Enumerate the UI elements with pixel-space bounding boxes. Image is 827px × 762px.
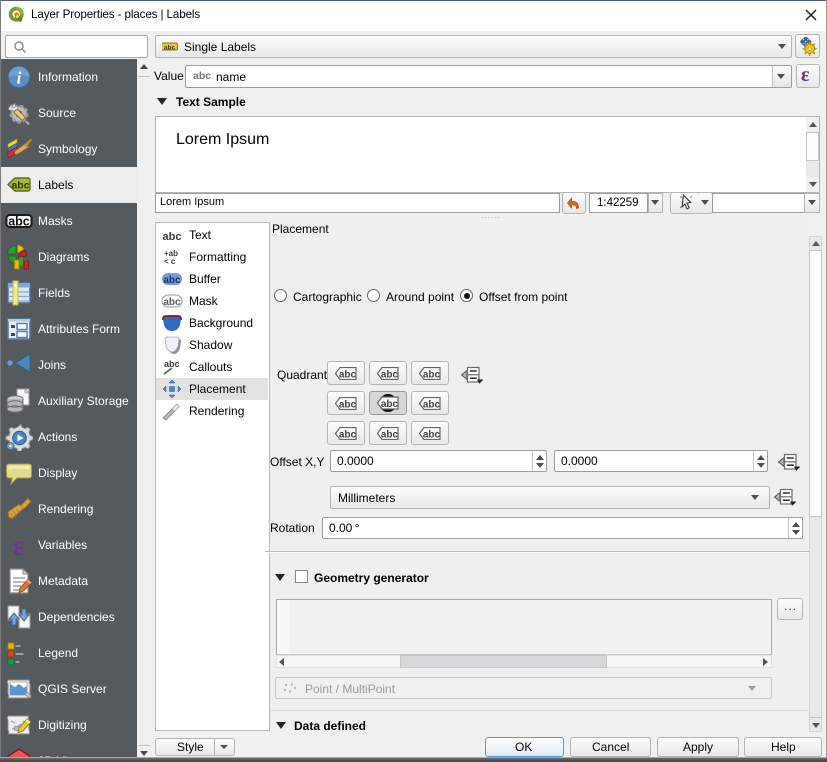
svg-text:abc: abc — [164, 45, 176, 52]
svg-text:abc: abc — [381, 399, 399, 410]
svg-text:ε: ε — [13, 531, 26, 559]
svg-text:i: i — [17, 69, 22, 88]
svg-text:abc: abc — [163, 275, 181, 286]
svg-text:abc: abc — [163, 297, 181, 308]
svg-text:abc: abc — [11, 180, 29, 192]
svg-text:abc: abc — [163, 231, 182, 243]
svg-text:abc: abc — [164, 359, 180, 369]
svg-text:< c: < c — [164, 257, 176, 266]
svg-text:abc: abc — [8, 215, 30, 229]
